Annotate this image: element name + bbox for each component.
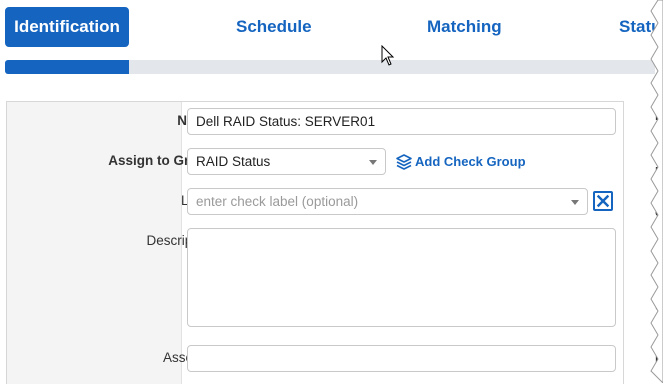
mouse-cursor-icon <box>381 45 395 66</box>
check-label-select[interactable]: enter check label (optional) <box>187 188 588 215</box>
assign-group-select[interactable]: RAID Status <box>187 148 386 175</box>
description-textarea[interactable] <box>187 228 616 327</box>
clear-label-button[interactable] <box>593 191 613 211</box>
torn-edge-decoration <box>650 0 663 383</box>
chevron-down-icon <box>369 160 377 165</box>
wizard-progress-fill <box>5 60 129 74</box>
close-icon <box>596 194 610 208</box>
step-schedule[interactable]: Schedule <box>236 7 312 47</box>
add-check-group-label: Add Check Group <box>415 154 526 169</box>
chevron-down-icon <box>571 200 579 205</box>
step-matching[interactable]: Matching <box>427 7 502 47</box>
wizard-steps: Identification Schedule Matching Status <box>0 0 663 60</box>
asset-id-input[interactable] <box>187 345 616 372</box>
name-input[interactable]: Dell RAID Status: SERVER01 <box>187 108 616 135</box>
check-label-placeholder: enter check label (optional) <box>196 194 359 209</box>
step-identification[interactable]: Identification <box>5 7 129 47</box>
wizard-progress-bar <box>5 60 655 74</box>
name-value: Dell RAID Status: SERVER01 <box>196 114 376 129</box>
group-value: RAID Status <box>196 154 271 169</box>
layers-icon <box>396 154 412 170</box>
